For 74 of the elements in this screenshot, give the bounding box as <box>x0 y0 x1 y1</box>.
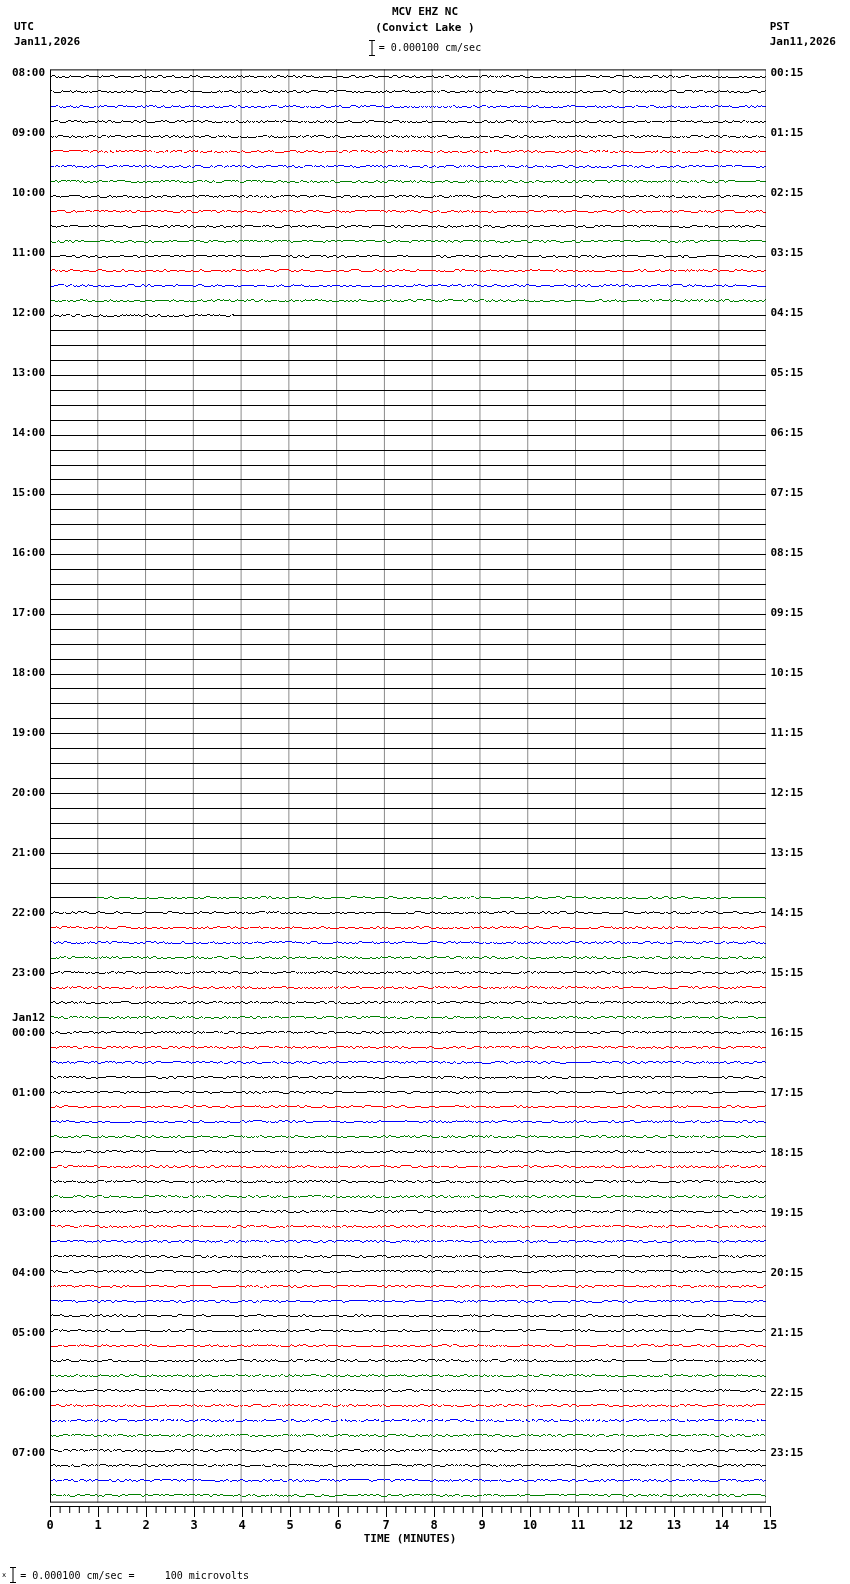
axis-tick-label: 5 <box>286 1518 294 1532</box>
date-label: Jan12 <box>12 1011 46 1025</box>
axis-tick-label: 3 <box>190 1518 198 1532</box>
hour-label: 13:00 <box>12 366 46 380</box>
hour-label: 05:15 <box>770 366 804 379</box>
hour-label: 05:00 <box>12 1326 46 1340</box>
axis-title: TIME (MINUTES) <box>363 1532 457 1545</box>
hour-label: 08:00 <box>12 66 46 80</box>
hour-label: 09:00 <box>12 126 46 140</box>
hour-label: 13:15 <box>770 846 804 859</box>
hour-label: 10:00 <box>12 186 46 200</box>
date-label: Jan11,2026 <box>14 34 81 49</box>
hour-label: 01:15 <box>770 126 804 139</box>
scale-note: = 0.000100 cm/sec = 100 microvolts <box>20 1569 249 1581</box>
axis-tick-label: 14 <box>714 1518 730 1532</box>
hour-label: 17:15 <box>770 1086 804 1099</box>
hour-label: 08:15 <box>770 546 804 559</box>
axis-tick-label: 10 <box>522 1518 538 1532</box>
axis-tick-label: 0 <box>46 1518 54 1532</box>
hour-label: 18:00 <box>12 666 46 680</box>
station-title: MCV EHZ NC <box>391 4 459 20</box>
station-location: (Convict Lake ) <box>375 20 475 36</box>
axis-tick-label: 8 <box>430 1518 438 1532</box>
hour-label: 20:00 <box>12 786 46 800</box>
hour-label: 18:15 <box>770 1146 804 1159</box>
hour-label: 01:00 <box>12 1086 46 1100</box>
date-label: Jan11,2026 <box>769 34 836 49</box>
hour-label: 22:15 <box>770 1386 804 1399</box>
hour-label: 07:15 <box>770 486 804 499</box>
hour-label: 03:00 <box>12 1206 46 1220</box>
hour-label: 23:15 <box>770 1446 804 1459</box>
axis-tick-label: 7 <box>382 1518 390 1532</box>
hour-label: 23:00 <box>12 966 46 980</box>
axis-tick-label: 12 <box>618 1518 634 1532</box>
hour-label: 00:00 <box>12 1026 46 1040</box>
timezone-label: PST <box>769 19 790 34</box>
hour-label: 06:15 <box>770 426 804 439</box>
hour-label: 16:15 <box>770 1026 804 1039</box>
hour-label: 21:00 <box>12 846 46 860</box>
hour-label: 00:15 <box>770 66 804 79</box>
axis-tick-label: 9 <box>478 1518 486 1532</box>
hour-label: 19:15 <box>770 1206 804 1219</box>
hour-label: 15:00 <box>12 486 46 500</box>
axis-tick-label: 2 <box>142 1518 150 1532</box>
hour-label: 20:15 <box>770 1266 804 1279</box>
hour-label: 06:00 <box>12 1386 46 1400</box>
hour-label: 16:00 <box>12 546 46 560</box>
timezone-label: UTC <box>14 19 35 34</box>
hour-label: 14:00 <box>12 426 46 440</box>
axis-tick-label: 1 <box>94 1518 102 1532</box>
hour-label: 02:15 <box>770 186 804 199</box>
hour-label: 14:15 <box>770 906 804 919</box>
hour-label: 15:15 <box>770 966 804 979</box>
hour-label: 11:15 <box>770 726 804 739</box>
hour-label: 04:00 <box>12 1266 46 1280</box>
hour-label: 17:00 <box>12 606 46 620</box>
hour-label: 07:00 <box>12 1446 46 1460</box>
axis-tick-label: 15 <box>762 1518 778 1532</box>
hour-label: 12:00 <box>12 306 46 320</box>
hour-label: 22:00 <box>12 906 46 920</box>
hour-label: 12:15 <box>770 786 804 799</box>
axis-tick-label: 11 <box>570 1518 586 1532</box>
hour-label: 04:15 <box>770 306 804 319</box>
hour-label: 09:15 <box>770 606 804 619</box>
axis-tick-label: 6 <box>334 1518 342 1532</box>
axis-tick-label: 4 <box>238 1518 246 1532</box>
hour-label: 21:15 <box>770 1326 804 1339</box>
scale-label: = 0.000100 cm/sec <box>378 41 482 55</box>
hour-label: 10:15 <box>770 666 804 679</box>
hour-label: 19:00 <box>12 726 46 740</box>
axis-tick-label: 13 <box>666 1518 682 1532</box>
hour-label: 11:00 <box>12 246 46 260</box>
hour-label: 02:00 <box>12 1146 46 1160</box>
hour-label: 03:15 <box>770 246 804 259</box>
